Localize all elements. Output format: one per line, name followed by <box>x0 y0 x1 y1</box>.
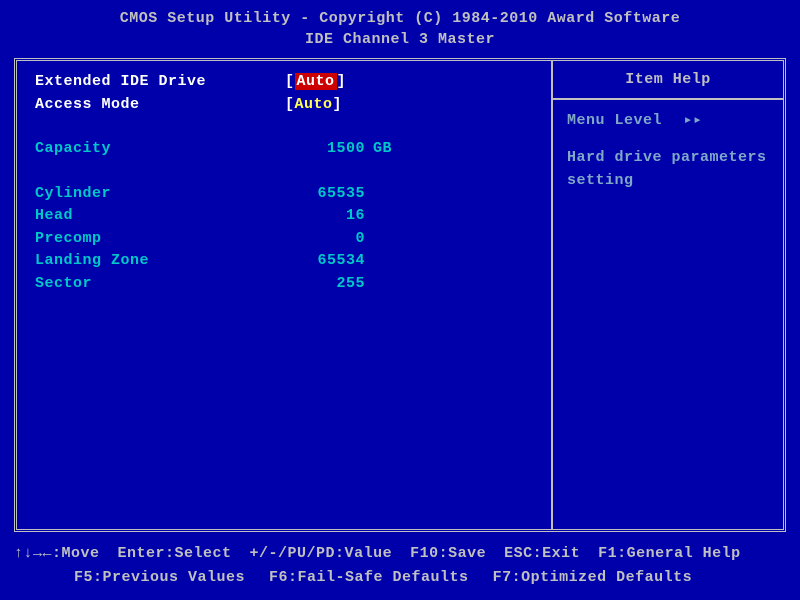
header: CMOS Setup Utility - Copyright (C) 1984-… <box>0 0 800 54</box>
hint-failsafe: F6:Fail-Safe Defaults <box>269 566 469 590</box>
help-title: Item Help <box>553 61 783 100</box>
setting-label: Precomp <box>35 228 255 251</box>
setting-unit: GB <box>373 138 392 161</box>
header-subtitle: IDE Channel 3 Master <box>0 29 800 50</box>
footer: ↑↓→←:Move Enter:Select +/-/PU/PD:Value F… <box>0 536 800 600</box>
setting-extended-ide[interactable]: Extended IDE Drive [Auto] <box>35 71 533 94</box>
menu-level: Menu Level ▸▸ <box>567 110 769 129</box>
menu-level-indicator-icon: ▸▸ <box>684 112 703 129</box>
setting-label: Cylinder <box>35 183 255 206</box>
setting-label: Extended IDE Drive <box>35 71 255 94</box>
settings-panel: Extended IDE Drive [Auto] Access Mode [A… <box>17 61 553 529</box>
setting-value: 255 <box>255 273 365 296</box>
hint-move: ↑↓→←:Move <box>14 542 100 566</box>
setting-precomp: Precomp 0 <box>35 228 533 251</box>
hint-previous: F5:Previous Values <box>74 566 245 590</box>
setting-landing-zone: Landing Zone 65534 <box>35 250 533 273</box>
setting-sector: Sector 255 <box>35 273 533 296</box>
setting-value: 1500 <box>255 138 365 161</box>
setting-value-bracket: [Auto] <box>285 94 342 117</box>
hint-optimized: F7:Optimized Defaults <box>493 566 693 590</box>
setting-access-mode[interactable]: Access Mode [Auto] <box>35 94 533 117</box>
setting-label: Head <box>35 205 255 228</box>
setting-value: 65534 <box>255 250 365 273</box>
header-title: CMOS Setup Utility - Copyright (C) 1984-… <box>0 8 800 29</box>
menu-level-label: Menu Level <box>567 112 662 129</box>
hint-save: F10:Save <box>410 542 486 566</box>
setting-cylinder: Cylinder 65535 <box>35 183 533 206</box>
setting-head: Head 16 <box>35 205 533 228</box>
setting-value: 0 <box>255 228 365 251</box>
setting-label: Landing Zone <box>35 250 255 273</box>
setting-label: Sector <box>35 273 255 296</box>
setting-capacity: Capacity 1500 GB <box>35 138 533 161</box>
help-text: Hard drive parameters setting <box>567 147 769 192</box>
main-box: Extended IDE Drive [Auto] Access Mode [A… <box>14 58 786 532</box>
hint-enter: Enter:Select <box>118 542 232 566</box>
hint-general-help: F1:General Help <box>598 542 741 566</box>
hint-exit: ESC:Exit <box>504 542 580 566</box>
setting-value: 65535 <box>255 183 365 206</box>
help-body: Menu Level ▸▸ Hard drive parameters sett… <box>553 100 783 202</box>
footer-row-1: ↑↓→←:Move Enter:Select +/-/PU/PD:Value F… <box>14 542 786 566</box>
footer-row-2: F5:Previous Values F6:Fail-Safe Defaults… <box>14 566 786 590</box>
setting-label: Capacity <box>35 138 255 161</box>
setting-value: 16 <box>255 205 365 228</box>
help-panel: Item Help Menu Level ▸▸ Hard drive param… <box>553 61 783 529</box>
setting-value-bracket: [Auto] <box>285 71 346 94</box>
hint-value: +/-/PU/PD:Value <box>250 542 393 566</box>
bios-screen: CMOS Setup Utility - Copyright (C) 1984-… <box>0 0 800 600</box>
setting-label: Access Mode <box>35 94 255 117</box>
